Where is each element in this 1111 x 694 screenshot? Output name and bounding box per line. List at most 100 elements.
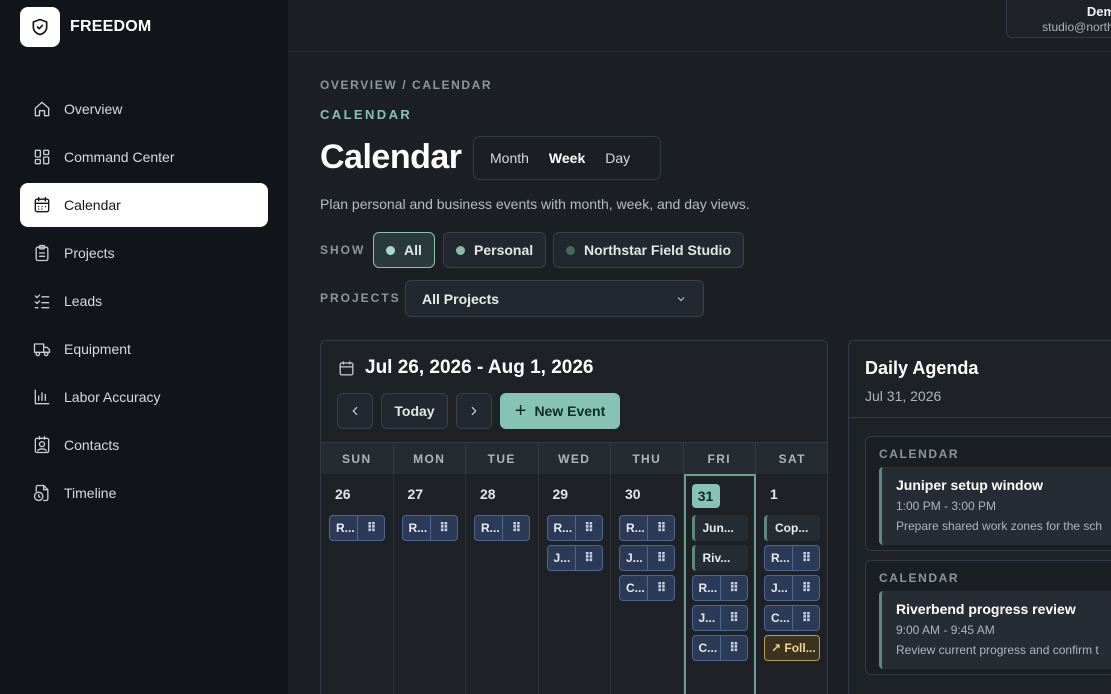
follow-up-event[interactable]: ↗ Foll...: [764, 635, 820, 661]
sidebar-item-timeline[interactable]: Timeline: [20, 471, 268, 515]
drag-handle-icon[interactable]: ⠿: [792, 546, 819, 570]
sidebar-item-command-center[interactable]: Command Center: [20, 135, 268, 179]
sidebar-item-calendar[interactable]: Calendar: [20, 183, 268, 227]
week-days: 26 R... ⠿ 27 R... ⠿ 28 R... ⠿ 29 R... ⠿ J... ⠿ 30 R... ⠿…: [321, 474, 827, 694]
agenda-event[interactable]: Juniper setup window 1:00 PM - 3:00 PM P…: [879, 467, 1111, 545]
sidebar-item-label: Command Center: [64, 149, 175, 165]
clock-file-icon: [33, 484, 49, 502]
agenda-item[interactable]: CALENDAR Riverbend progress review 9:00 …: [865, 560, 1111, 675]
sidebar-item-labor-accuracy[interactable]: Labor Accuracy: [20, 375, 268, 419]
sidebar-item-label: Contacts: [64, 437, 120, 453]
drag-handle-icon[interactable]: ⠿: [647, 516, 674, 540]
day-cell[interactable]: 31 Jun... Riv... R... ⠿ J... ⠿ C... ⠿: [683, 474, 756, 694]
event-label: R...: [553, 521, 573, 535]
section-label: CALENDAR: [320, 107, 413, 122]
drag-handle-icon[interactable]: ⠿: [719, 576, 747, 600]
date-number: 1: [770, 486, 778, 502]
calendar-event[interactable]: J... ⠿: [619, 545, 675, 571]
drag-handle-icon[interactable]: ⠿: [792, 576, 819, 600]
calendar-event[interactable]: J... ⠿: [764, 575, 820, 601]
calendar-event[interactable]: Riv...: [691, 545, 748, 571]
weekday-header: SUN MON TUE WED THU FRI SAT: [321, 442, 827, 474]
agenda-event[interactable]: Riverbend progress review 9:00 AM - 9:45…: [879, 591, 1111, 669]
agenda-title: Daily Agenda: [865, 358, 979, 378]
drag-handle-icon[interactable]: ⠿: [792, 606, 819, 630]
sidebar-item-contacts[interactable]: Contacts: [20, 423, 268, 467]
calendar-event[interactable]: R... ⠿: [401, 515, 458, 541]
date-number: 28: [480, 486, 496, 502]
sidebar-item-equipment[interactable]: Equipment: [20, 327, 268, 371]
calendar-event[interactable]: R... ⠿: [474, 515, 530, 541]
event-label: R...: [336, 521, 355, 535]
page-title: Calendar: [320, 138, 462, 176]
calendar-event[interactable]: R... ⠿: [764, 545, 820, 571]
brand[interactable]: FREEDOM: [20, 7, 151, 47]
weekday-label: WED: [539, 443, 611, 474]
next-week-button[interactable]: [456, 393, 492, 429]
day-cell[interactable]: 26 R... ⠿: [321, 474, 394, 694]
agenda-event-title: Riverbend progress review: [896, 601, 1076, 617]
plus-icon: +: [514, 400, 527, 422]
chevron-down-icon: [677, 296, 685, 301]
agenda-item-kind: CALENDAR: [879, 571, 960, 585]
day-cell[interactable]: 1 Cop... R... ⠿ J... ⠿ C... ⠿ ↗ Foll...: [756, 474, 827, 694]
projects-select[interactable]: All Projects: [405, 280, 704, 317]
day-cell[interactable]: 28 R... ⠿: [466, 474, 539, 694]
view-week-button[interactable]: Week: [539, 142, 595, 174]
view-month-button[interactable]: Month: [480, 142, 539, 174]
filter-personal-chip[interactable]: Personal: [443, 232, 547, 268]
weekday-label: FRI: [684, 443, 756, 474]
agenda-item[interactable]: CALENDAR Juniper setup window 1:00 PM - …: [865, 436, 1111, 551]
calendar-event[interactable]: R... ⠿: [619, 515, 675, 541]
event-label: R...: [698, 581, 718, 595]
calendar-event[interactable]: C... ⠿: [764, 605, 820, 631]
calendar-event[interactable]: J... ⠿: [546, 545, 603, 571]
drag-handle-icon[interactable]: ⠿: [357, 516, 384, 540]
drag-handle-icon[interactable]: ⠿: [502, 516, 529, 540]
today-date-number: 31: [691, 484, 720, 508]
today-button[interactable]: Today: [381, 393, 448, 429]
agenda-event-time: 1:00 PM - 3:00 PM: [896, 499, 997, 513]
date-range-text: Jul 26, 2026 - Aug 1, 2026: [365, 357, 594, 378]
day-events: R... ⠿: [329, 515, 385, 545]
user-menu[interactable]: Demo studio@northst: [1006, 0, 1111, 38]
calendar-event[interactable]: R... ⠿: [691, 575, 748, 601]
drag-handle-icon[interactable]: ⠿: [647, 546, 674, 570]
chevron-right-icon: [471, 406, 477, 416]
calendar-event[interactable]: J... ⠿: [691, 605, 748, 631]
drag-handle-icon[interactable]: ⠿: [429, 516, 457, 540]
calendar-event[interactable]: C... ⠿: [619, 575, 675, 601]
calendar-event[interactable]: R... ⠿: [329, 515, 385, 541]
drag-handle-icon[interactable]: ⠿: [647, 576, 674, 600]
drag-handle-icon[interactable]: ⠿: [574, 546, 602, 570]
day-events: R... ⠿: [474, 515, 530, 545]
prev-week-button[interactable]: [337, 393, 373, 429]
home-icon: [34, 101, 50, 117]
drag-handle-icon[interactable]: ⠿: [574, 516, 602, 540]
weekday-label: SUN: [321, 443, 394, 474]
date-range: Jul 26, 2026 - Aug 1, 2026: [337, 357, 593, 379]
day-cell[interactable]: 30 R... ⠿ J... ⠿ C... ⠿: [611, 474, 684, 694]
day-cell[interactable]: 27 R... ⠿: [394, 474, 466, 694]
weekday-label: SAT: [778, 451, 806, 466]
event-label: J...: [553, 551, 571, 565]
sidebar-item-overview[interactable]: Overview: [20, 87, 268, 131]
view-day-button[interactable]: Day: [595, 142, 640, 174]
drag-handle-icon[interactable]: ⠿: [719, 636, 747, 660]
sidebar-item-leads[interactable]: Leads: [20, 279, 268, 323]
calendar-event[interactable]: R... ⠿: [546, 515, 603, 541]
sidebar-item-projects[interactable]: Projects: [20, 231, 268, 275]
calendar-event[interactable]: C... ⠿: [691, 635, 748, 661]
date-number: 29: [552, 486, 569, 502]
filter-northstar-chip[interactable]: Northstar Field Studio: [553, 232, 744, 268]
drag-handle-icon[interactable]: ⠿: [719, 606, 747, 630]
calendar-event[interactable]: Jun...: [691, 515, 748, 541]
new-event-button[interactable]: + New Event: [500, 393, 620, 429]
calendar-event[interactable]: Cop...: [764, 515, 820, 541]
filter-all-chip[interactable]: All: [373, 232, 435, 268]
event-label: R...: [408, 521, 428, 535]
day-cell[interactable]: 29 R... ⠿ J... ⠿: [539, 474, 611, 694]
event-label: C...: [771, 611, 790, 625]
agenda-date: Jul 31, 2026: [865, 388, 942, 404]
clipboard-icon: [35, 244, 49, 262]
